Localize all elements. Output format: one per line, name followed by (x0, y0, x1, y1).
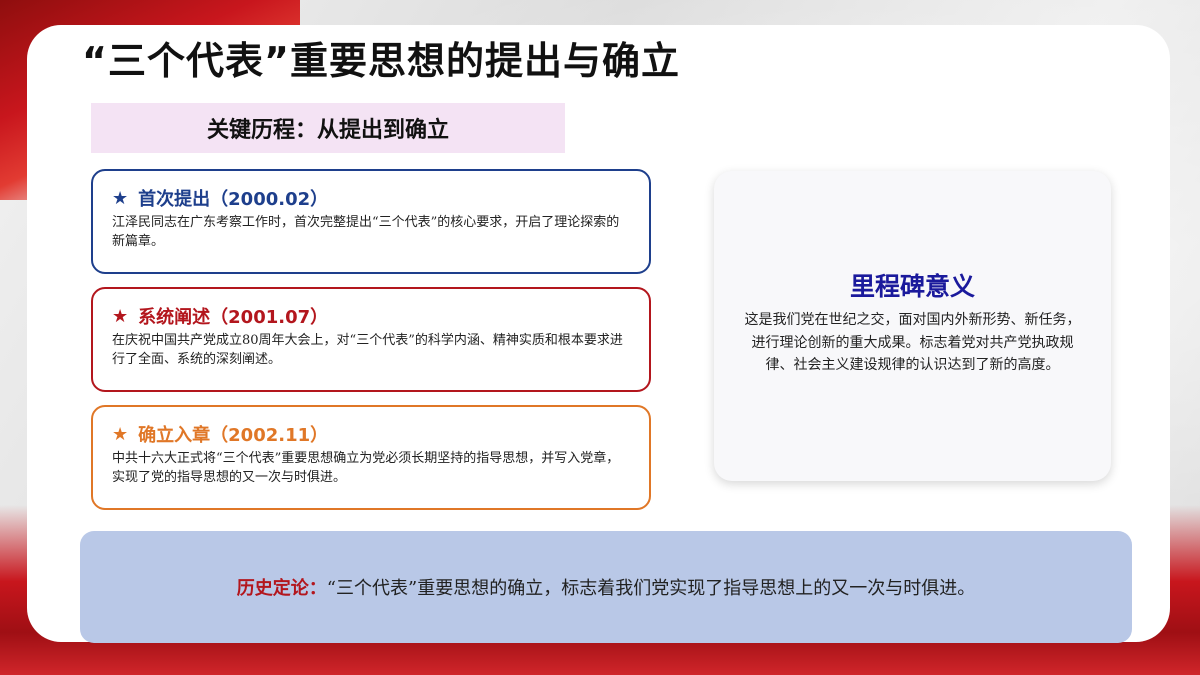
conclusion-text: “三个代表”重要思想的确立，标志着我们党实现了指导思想上的又一次与时俱进。 (326, 578, 976, 599)
significance-title: 里程碑意义 (849, 272, 975, 301)
section-banner: 关键历程：从提出到确立 (91, 103, 565, 153)
milestone-card-party-constitution: ★ 确立入章（2002.11） 中共十六大正式将“三个代表”重要思想确立为党必须… (91, 405, 651, 510)
milestone-heading-row: ★ 系统阐述（2001.07） (112, 303, 627, 329)
conclusion-label: 历史定论： (236, 578, 327, 599)
milestone-heading: 首次提出（2000.02） (138, 189, 329, 210)
milestone-description: 在庆祝中国共产党成立80周年大会上，对“三个代表”的科学内涵、精神实质和根本要求… (112, 333, 623, 367)
milestone-card-first-proposal: ★ 首次提出（2000.02） 江泽民同志在广东考察工作时，首次完整提出“三个代… (91, 169, 651, 274)
milestone-heading-row: ★ 确立入章（2002.11） (112, 421, 627, 447)
star-icon: ★ (112, 423, 129, 445)
milestone-heading: 确立入章（2002.11） (138, 425, 329, 446)
milestone-description: 中共十六大正式将“三个代表”重要思想确立为党必须长期坚持的指导思想，并写入党章，… (112, 451, 620, 485)
star-icon: ★ (112, 305, 129, 327)
slide-title: “三个代表”重要思想的提出与确立 (82, 39, 680, 83)
significance-text: 这是我们党在世纪之交，面对国内外新形势、新任务，进行理论创新的重大成果。标志着党… (744, 312, 1081, 373)
milestone-card-systematic-exposition: ★ 系统阐述（2001.07） 在庆祝中国共产党成立80周年大会上，对“三个代表… (91, 287, 651, 392)
significance-panel: 里程碑意义 这是我们党在世纪之交，面对国内外新形势、新任务，进行理论创新的重大成… (714, 171, 1111, 481)
star-icon: ★ (112, 187, 129, 209)
milestone-heading: 系统阐述（2001.07） (138, 307, 329, 328)
conclusion-banner: 历史定论： “三个代表”重要思想的确立，标志着我们党实现了指导思想上的又一次与时… (80, 531, 1132, 643)
milestone-description: 江泽民同志在广东考察工作时，首次完整提出“三个代表”的核心要求，开启了理论探索的… (112, 215, 620, 249)
milestone-heading-row: ★ 首次提出（2000.02） (112, 185, 627, 211)
